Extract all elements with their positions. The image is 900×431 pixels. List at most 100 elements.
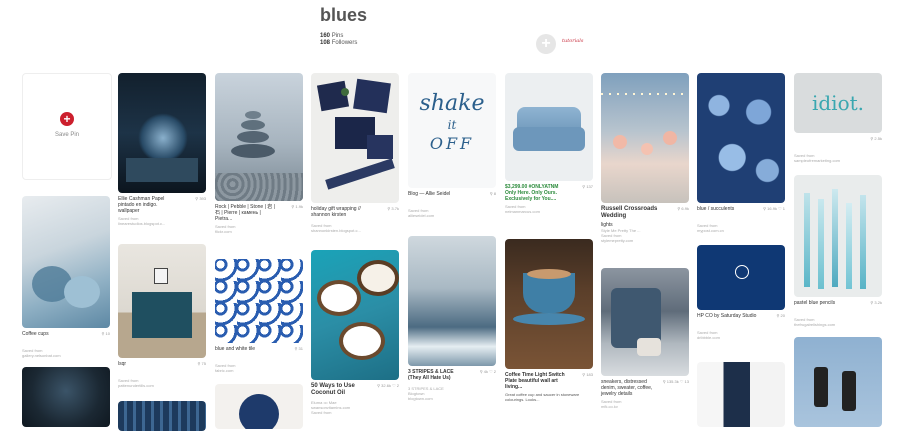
pin-description: Blog — Allie Seidel: [408, 191, 451, 197]
pin-image[interactable]: [794, 337, 882, 427]
pin-source[interactable]: Saved from dribbble.com: [697, 330, 785, 340]
pins-stat[interactable]: 160 Pins: [320, 33, 357, 40]
pin-description: holiday gift wrapping // shannon kirsten: [311, 206, 361, 218]
pin-source[interactable]: Saved from neimanmarcus.com: [505, 204, 593, 214]
followers-stat[interactable]: 108 Followers: [320, 40, 357, 47]
pin-source[interactable]: Eluma ••• Mae swansonvitamins.com Saved fr…: [311, 400, 399, 415]
pin-repins: ⚲ 1.9k: [291, 204, 303, 209]
pin-image[interactable]: shake it OFF: [408, 73, 496, 188]
pin-source[interactable]: Saved from mypost.com.cn: [697, 223, 785, 233]
pin-image[interactable]: [118, 73, 206, 193]
pin-image[interactable]: [215, 259, 303, 343]
pin-source[interactable]: Saved from fabric.com: [215, 363, 303, 373]
pin-source[interactable]: lights Style Me Pretty The ... Saved from s…: [601, 223, 689, 244]
pin-card[interactable]: [22, 367, 110, 427]
pin-card[interactable]: HP CO by Saturday Studio ⚲ 20 Saved from…: [697, 245, 785, 340]
pin-image[interactable]: [505, 239, 593, 369]
pin-repins: ⚲ 6.9k: [677, 206, 689, 211]
pin-card[interactable]: blue / succulents ⚲ 16.9k ♡ 1 Saved from…: [697, 73, 785, 233]
pin-image[interactable]: [697, 245, 785, 310]
art-text-idiot: idiot.: [811, 91, 865, 115]
pin-source[interactable]: Saved from pattenundertills.com: [118, 378, 206, 388]
pin-card[interactable]: Rock | Pebble | Stone | 岩 | 石 | Pierre |…: [215, 73, 303, 234]
pin-repins: ⚲ 32.6k ♡ 2: [377, 383, 399, 388]
pin-description: Russell Crossroads Wedding: [601, 206, 658, 219]
save-pin-label: Save Pin: [54, 132, 79, 138]
pin-repins: ⚲ 31: [294, 346, 304, 351]
pin-image[interactable]: [505, 73, 593, 181]
pin-image[interactable]: [794, 175, 882, 297]
pin-repins: ⚲ 2.5k: [870, 136, 882, 141]
pin-description: pastel blue pencils: [794, 300, 836, 306]
pin-image[interactable]: [311, 250, 399, 380]
pin-image[interactable]: [601, 73, 689, 203]
pin-card[interactable]: [118, 401, 206, 431]
pin-repins: ⚲ 16.9k ♡ 1: [763, 206, 785, 211]
pin-card[interactable]: Coffee cups ⚲ 10 Saved from gallery.nelso…: [22, 196, 110, 358]
pin-card[interactable]: pastel blue pencils ⚲ 3.2k Saved from the…: [794, 175, 882, 327]
pin-image[interactable]: [408, 236, 496, 366]
pin-description: $3,299.00 #ONLYATNM Only Here. Only Ours…: [505, 184, 559, 202]
pin-repins: ⚲ 75: [197, 361, 207, 366]
save-pin-card[interactable]: + Save Pin: [22, 73, 112, 180]
pin-card[interactable]: [794, 337, 882, 427]
pin-repins: ⚲ 393: [195, 196, 206, 201]
board-stats: 160 Pins 108 Followers: [320, 33, 357, 47]
pin-source[interactable]: Saved from allieseidel.com: [408, 208, 496, 218]
pin-card[interactable]: Ellie Cashman Papel pintado en indigo. w…: [118, 73, 206, 226]
pin-image[interactable]: [697, 362, 785, 427]
pin-description: Coffee cups: [22, 331, 49, 337]
pin-description: Coffee Time Light Switch Plate beautiful…: [505, 372, 565, 390]
pin-card[interactable]: shake it OFF Blog — Allie Seidel ⚲ 8 Sav…: [408, 73, 496, 218]
pin-card[interactable]: lsqr ⚲ 75 Saved from pattenundertills.com: [118, 244, 206, 388]
pin-repins: ⚲ 20: [776, 313, 786, 318]
pin-card[interactable]: idiot. ⚲ 2.5k Saved from sampleofremarket…: [794, 73, 882, 163]
pin-source[interactable]: Saved from thefrugalrelishings.com: [794, 317, 882, 327]
pin-image[interactable]: idiot.: [794, 73, 882, 133]
pin-source[interactable]: Saved from linearestudios.blogspot.c...: [118, 216, 206, 226]
pin-source[interactable]: Saved from sampleofremarketing.com: [794, 153, 882, 163]
pin-card[interactable]: blue and white tile ⚲ 31 Saved from fabri…: [215, 259, 303, 373]
art-text-shake: shake: [419, 91, 485, 116]
pin-source[interactable]: Saved from gallery.nelsonbat.com: [22, 348, 110, 358]
pin-description: Ellie Cashman Papel pintado en indigo. w…: [118, 196, 165, 214]
board-title: blues: [320, 5, 368, 25]
pin-source[interactable]: Saved from mfk.co.kv: [601, 399, 689, 409]
pin-description: 50 Ways to Use Coconut Oil: [311, 383, 355, 396]
pin-description: lsqr: [118, 361, 127, 367]
pin-description: sneakers, distressed denim, sweater, cof…: [601, 379, 653, 397]
pin-card[interactable]: sneakers, distressed denim, sweater, cof…: [601, 268, 689, 409]
pin-card[interactable]: Russell Crossroads Wedding ⚲ 6.9k lights…: [601, 73, 689, 243]
pin-image[interactable]: [22, 196, 110, 328]
pin-source[interactable]: Saved from shannonkirsten.blogspot.c...: [311, 223, 399, 233]
pin-image[interactable]: [697, 73, 785, 203]
pin-description: HP CO by Saturday Studio: [697, 313, 757, 319]
pin-description: blue / succulents: [697, 206, 735, 212]
art-text-it: it: [447, 118, 457, 132]
pin-description: blue and white tile: [215, 346, 256, 352]
pin-note: Great coffee cup and saucer in stoneware…: [505, 392, 580, 402]
pin-source[interactable]: Saved from flickr.com: [215, 224, 303, 234]
pin-card[interactable]: $3,299.00 #ONLYATNM Only Here. Only Ours…: [505, 73, 593, 214]
pin-card[interactable]: holiday gift wrapping // shannon kirsten…: [311, 73, 399, 233]
pin-image[interactable]: [118, 244, 206, 358]
pin-image[interactable]: [215, 384, 303, 429]
add-collaborator-button[interactable]: +: [536, 34, 556, 54]
pin-image[interactable]: [118, 401, 206, 431]
pin-card[interactable]: Coffee Time Light Switch Plate beautiful…: [505, 239, 593, 402]
pin-repins: ⚲ 8: [489, 191, 496, 196]
pin-image[interactable]: [22, 367, 110, 427]
pin-image[interactable]: [311, 73, 399, 203]
pin-description: 3 STRIPES & LACE (They All Hate Us): [408, 369, 454, 381]
pin-card[interactable]: 50 Ways to Use Coconut Oil ⚲ 32.6k ♡ 2 E…: [311, 250, 399, 415]
pin-card[interactable]: [697, 362, 785, 427]
pin-image[interactable]: [215, 73, 303, 201]
art-text-off: OFF: [429, 134, 475, 153]
pin-card[interactable]: 3 STRIPES & LACE (They All Hate Us) ⚲ 4k…: [408, 236, 496, 401]
pin-repins: ⚲ 10: [101, 331, 111, 336]
pin-image[interactable]: [601, 268, 689, 376]
pin-source[interactable]: 3 STRIPES & LACE Blogtown blogtown.com: [408, 386, 496, 401]
pin-repins: ⚲ 183: [582, 372, 593, 377]
brand-logo: tutorials: [562, 38, 584, 44]
pin-card[interactable]: [215, 384, 303, 429]
